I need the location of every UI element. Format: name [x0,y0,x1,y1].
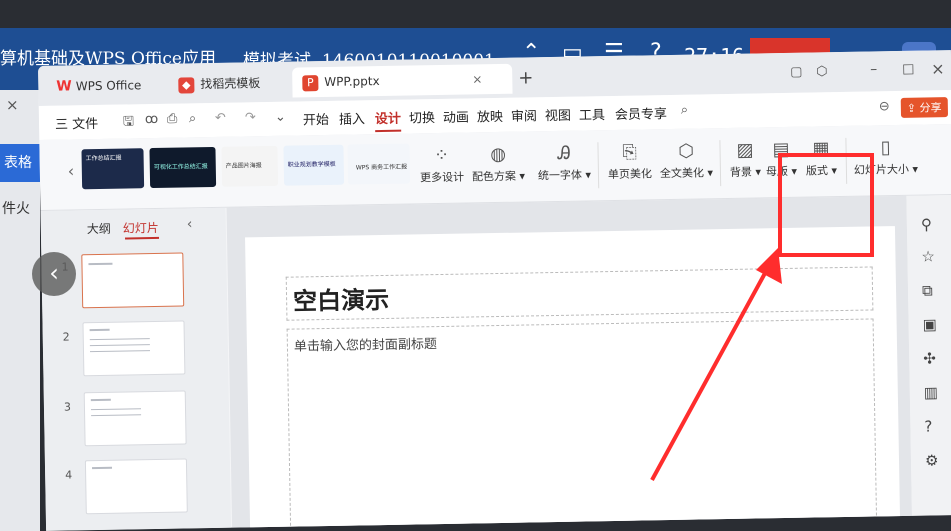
menu-slideshow[interactable]: 放映 [477,106,503,125]
wps-logo-icon: W [56,78,72,95]
menu-insert[interactable]: 插入 [339,108,365,127]
cube-icon: ⬡ [678,140,695,162]
print-icon[interactable]: ⎙ [167,112,178,127]
wps-window: W WPS Office ◆ 找稻壳模板 P WPP.pptx × + ▢ ⬡ – □… [38,50,951,531]
cube-icon[interactable]: ⬡ [816,64,828,79]
close-icon[interactable]: × [6,96,19,114]
active-tab-underline [125,236,160,240]
tab-wpp-pptx[interactable]: P WPP.pptx × [292,63,513,98]
search-icon[interactable]: ⌕ [681,103,689,118]
slide-thumbnail[interactable] [81,252,185,309]
divider [597,142,600,189]
tools-icon[interactable]: ✣ [923,349,936,367]
slide-number: 3 [63,400,72,414]
tab-outline[interactable]: 大纲 [87,220,111,237]
menu-animation[interactable]: 动画 [443,106,469,125]
background-icon: ▨ [736,139,754,161]
menu-review[interactable]: 审阅 [511,105,537,124]
settings-icon[interactable]: ⚙ [925,451,939,469]
menu-view[interactable]: 视图 [545,105,571,124]
design-thumb[interactable]: 职业规划教学模板 [283,144,345,186]
slide-title: 空白演示 [292,285,390,316]
full-beautify-button[interactable]: ⬡ 全文美化 ▾ [659,140,713,181]
slide-thumbnail[interactable] [83,390,187,447]
close-icon[interactable]: × [931,59,945,78]
active-tab-underline [375,129,402,133]
share-button[interactable]: ⇪ 分享 [900,97,948,118]
more-icon[interactable]: ⌄ [275,110,286,125]
ppt-file-icon: P [302,74,319,91]
slide-thumbnail[interactable] [82,320,186,377]
chevron-left-icon[interactable]: ‹ [68,161,75,180]
brush-icon[interactable]: ꝏ [145,112,159,127]
background-button[interactable]: ▨ 背景 ▾ [729,139,761,180]
book-icon[interactable]: ▥ [924,383,938,401]
design-thumb[interactable]: 产品图片海报 [221,145,279,187]
new-tab-icon[interactable]: + [518,67,533,88]
menu-member[interactable]: 会员专享 [615,103,667,123]
minimize-icon[interactable]: – [870,61,877,77]
tab-wps-office[interactable]: W WPS Office [56,70,142,101]
divider [719,140,722,187]
collapse-ribbon-icon[interactable]: ⊖ [879,99,890,114]
right-toolbar: ⚲ ☆ ⧉ ▣ ✣ ▥ ? ⚙ [906,195,951,516]
tab-template[interactable]: ◆ 找稻壳模板 [178,68,261,99]
font-icon: Ꭿ [557,142,571,164]
slide-thumbnail[interactable] [84,458,188,515]
tab-slides[interactable]: 幻灯片 [123,219,159,237]
slide-number: 4 [65,468,73,482]
template-icon: ◆ [178,76,195,94]
maximize-icon[interactable]: □ [902,62,915,77]
grid-icon: ⁘ [433,144,450,167]
save-icon[interactable]: 🖫 [123,112,134,134]
arrow-annotation-icon [650,248,782,481]
sheet-tab[interactable]: 表格 [0,144,44,182]
design-thumb[interactable]: 工作总结汇报 [81,148,145,190]
preview-icon[interactable]: ⌕ [189,111,197,126]
close-icon[interactable]: × [472,64,483,94]
slide-number: 2 [62,330,70,344]
design-thumb[interactable]: WPS 商务工作汇报 [347,143,411,185]
help-icon[interactable]: ? [924,417,932,435]
undo-icon[interactable]: ↶ [215,111,226,126]
image-icon[interactable]: ▣ [922,315,936,333]
slide-subtitle: 单击输入您的封面副标题 [293,337,438,355]
unify-font-button[interactable]: Ꭿ 统一字体 ▾ [537,142,591,183]
collapse-panel-icon[interactable]: ‹ [187,216,193,232]
bg-window-text: 件火 [2,201,30,217]
more-designs-button[interactable]: ⁘ 更多设计 [419,145,464,186]
menu-tools[interactable]: 工具 [579,104,605,123]
palette-icon: ◍ [490,143,507,166]
file-menu[interactable]: 三 文件 [55,113,98,133]
design-thumb[interactable]: 可视化工作总结汇报 [149,146,217,189]
page-icon: ⎘ [622,141,637,163]
window-tile-icon[interactable]: ▢ [790,65,803,80]
menu-transition[interactable]: 切换 [409,107,435,126]
slides-panel: 大纲 幻灯片 ‹ 1 2 3 4 [40,207,232,531]
redo-icon[interactable]: ↷ [245,110,256,125]
menu-start[interactable]: 开始 [303,109,329,128]
menu-design[interactable]: 设计 [375,108,401,127]
properties-icon[interactable]: ⚲ [921,215,932,233]
back-overlay-button[interactable]: ‹ [32,252,76,296]
star-icon[interactable]: ☆ [921,247,935,265]
background-window: × 表格 件火 [0,90,44,531]
single-page-beautify-button[interactable]: ⎘ 单页美化 [607,141,652,182]
copy-icon[interactable]: ⧉ [922,281,933,299]
color-scheme-button[interactable]: ◍ 配色方案 ▾ [471,144,525,185]
